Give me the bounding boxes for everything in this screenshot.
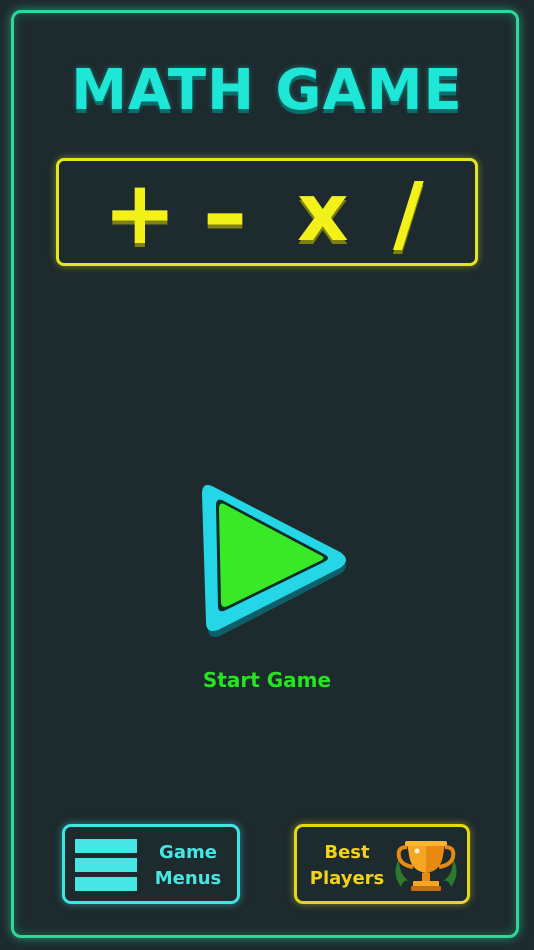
best-players-label: Best Players [301,840,393,892]
screen-frame [11,10,519,938]
trophy-icon [395,841,457,891]
operator-multiply: x [297,166,349,259]
game-menus-label-line2: Menus [154,868,222,889]
play-button[interactable] [190,478,360,650]
operator-minus: – [203,161,247,264]
operator-divide: / [393,164,424,262]
start-game-label[interactable]: Start Game [0,668,534,692]
play-triangle-icon [202,485,346,637]
game-menus-label-line1: Game [159,842,217,863]
game-menus-button[interactable]: Game Menus [62,824,240,904]
best-players-button[interactable]: Best Players [294,824,470,904]
game-title: MATH GAME [71,58,463,123]
operator-plus: + [103,161,177,264]
game-menus-label: Game Menus [147,840,229,892]
best-players-label-line2: Players [309,868,385,889]
hamburger-menu-icon [75,839,137,891]
best-players-label-line1: Best [324,842,370,863]
operators-panel: + – x / [56,158,478,266]
